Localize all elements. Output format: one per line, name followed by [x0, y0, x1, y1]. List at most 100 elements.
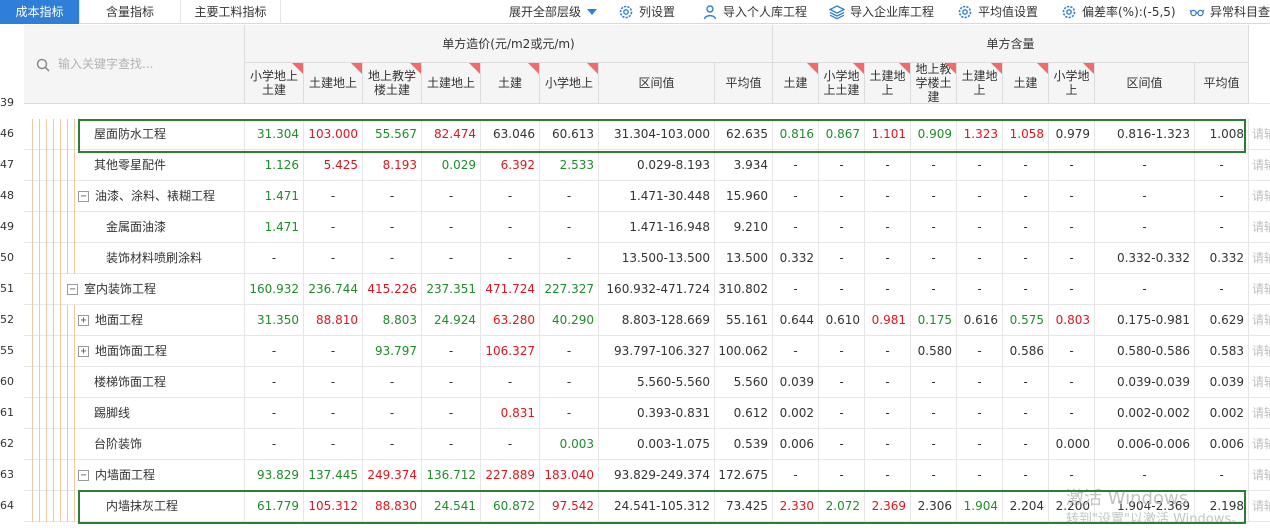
cost-column-header-5[interactable]: 小学地上 — [540, 63, 599, 104]
content-column-header-0[interactable]: 土建 — [773, 63, 819, 104]
expand-plus-icon[interactable]: + — [78, 315, 89, 326]
cost-column-header-7[interactable]: 平均值 — [715, 63, 773, 104]
remark-input-cell[interactable]: 请输 — [1249, 119, 1270, 150]
remark-input-cell[interactable]: 请输 — [1249, 460, 1270, 491]
content-value-cell: - — [1003, 398, 1049, 429]
cost-column-header-0[interactable]: 小学地上土建 — [245, 63, 304, 104]
remark-input-cell[interactable]: 请输 — [1249, 243, 1270, 274]
tab-content-index[interactable]: 含量指标 — [80, 0, 181, 24]
content-value-cell: - — [819, 367, 865, 398]
cost-value-cell: 55.567 — [363, 119, 422, 150]
collapse-minus-icon[interactable]: − — [78, 191, 89, 202]
table-row[interactable]: 屋面防水工程 31.304 103.000 55.567 82.474 63.046 60.… — [24, 119, 1270, 150]
abnormal-items-button[interactable]: 异常科目查 — [1189, 0, 1270, 24]
content-average-cell: 0.332 — [1195, 243, 1249, 274]
remark-input-cell[interactable]: 请输 — [1249, 181, 1270, 212]
cost-column-header-4[interactable]: 土建 — [481, 63, 540, 104]
table-row[interactable]: + 地面工程 31.350 88.810 8.803 24.924 63.280 40.290… — [24, 305, 1270, 336]
cost-column-header-1[interactable]: 土建地上 — [304, 63, 363, 104]
remark-input-cell[interactable]: 请输 — [1249, 398, 1270, 429]
cost-average-cell: 310.802 — [715, 274, 773, 305]
tree-guide-line — [60, 119, 61, 150]
table-row[interactable]: 楼梯饰面工程 - - - - - -5.560-5.560 5.560 0.039- - - - - -0… — [24, 367, 1270, 398]
tree-guide-line — [67, 398, 68, 429]
table-row[interactable]: + 地面饰面工程 - -93.797-106.327-93.797-106.327 10… — [24, 336, 1270, 367]
content-column-header-2[interactable]: 土建地上 — [865, 63, 911, 104]
remark-input-cell[interactable]: 请输 — [1249, 212, 1270, 243]
row-name-label: 装饰材料喷刷涂料 — [106, 251, 203, 265]
cost-average-cell: 0.612 — [715, 398, 773, 429]
remark-input-cell[interactable]: 请输 — [1249, 429, 1270, 460]
content-value-cell: 1.323 — [957, 119, 1003, 150]
column-settings-button[interactable]: 列设置 — [618, 0, 688, 24]
table-row[interactable]: 踢脚线 - - - -0.831-0.393-0.831 0.612 0.002- - - - - -… — [24, 398, 1270, 429]
table-row[interactable]: 金属面油漆 1.471- - - - -1.471-16.948 9.210- - - - - - - -… — [24, 212, 1270, 243]
content-column-header-8[interactable]: 平均值 — [1195, 63, 1249, 104]
tab-main-material-index[interactable]: 主要工料指标 — [181, 0, 281, 24]
tree-guide-line — [46, 305, 47, 336]
cost-range-cell: 13.500-13.500 — [599, 243, 715, 274]
tab-cost-index[interactable]: 成本指标 — [0, 0, 80, 24]
tree-guide-line — [46, 429, 47, 460]
cost-value-cell: - — [422, 336, 481, 367]
tree-guide-line — [60, 212, 61, 243]
remark-input-cell[interactable]: 请输 — [1249, 336, 1270, 367]
import-enterprise-project-button[interactable]: 导入企业库工程 — [829, 0, 941, 24]
search-input[interactable] — [58, 53, 228, 75]
content-value-cell: - — [865, 367, 911, 398]
remark-input-cell[interactable]: 请输 — [1249, 491, 1270, 522]
content-range-cell: 0.580-0.586 — [1095, 336, 1195, 367]
remark-input-cell[interactable]: 请输 — [1249, 305, 1270, 336]
line-number: 64 — [0, 499, 14, 512]
tree-guide-line — [39, 367, 40, 398]
row-name-label: 楼梯饰面工程 — [94, 375, 167, 389]
tree-guide-line — [39, 336, 40, 367]
remark-input-cell[interactable]: 请输 — [1249, 367, 1270, 398]
table-row[interactable]: 其他零星配件 1.126 5.425 8.193 0.029 6.392 2.533 0.02… — [24, 150, 1270, 181]
column-flag-icon — [410, 63, 421, 74]
user-icon — [703, 5, 717, 20]
content-column-header-1[interactable]: 小学地上土建 — [819, 63, 865, 104]
import-personal-project-button[interactable]: 导入个人库工程 — [702, 0, 814, 24]
tree-guide-line — [53, 181, 54, 212]
content-range-cell: - — [1095, 181, 1195, 212]
content-value-cell: - — [865, 150, 911, 181]
cost-column-header-2[interactable]: 地上教学楼土建 — [363, 63, 422, 104]
row-name-cell: 台阶装饰 — [24, 429, 245, 460]
content-value-cell: - — [819, 460, 865, 491]
average-settings-label: 平均值设置 — [978, 5, 1039, 19]
content-value-cell: 0.575 — [1003, 305, 1049, 336]
remark-input-cell[interactable]: 请输 — [1249, 150, 1270, 181]
deviation-rate-setting[interactable]: 偏差率(%):(-5,5) — [1061, 0, 1179, 24]
content-column-header-6[interactable]: 小学地上 — [1049, 63, 1095, 104]
cost-column-header-3[interactable]: 土建地上 — [422, 63, 481, 104]
cost-value-cell: 236.744 — [304, 274, 363, 305]
collapse-minus-icon[interactable]: − — [78, 470, 89, 481]
cost-average-cell: 100.062 — [715, 336, 773, 367]
average-settings-button[interactable]: 平均值设置 — [957, 0, 1043, 24]
table-row[interactable]: 装饰材料喷刷涂料 - - - - - -13.500-13.500 13.500 0.332- -… — [24, 243, 1270, 274]
column-flag-icon — [351, 63, 362, 74]
remark-input-cell[interactable]: 请输 — [1249, 274, 1270, 305]
cost-range-cell: 0.003-1.075 — [599, 429, 715, 460]
content-value-cell: 1.058 — [1003, 119, 1049, 150]
content-value-cell: - — [1003, 274, 1049, 305]
content-column-header-3[interactable]: 地上教学楼土建 — [911, 63, 957, 104]
collapse-minus-icon[interactable]: − — [67, 284, 78, 295]
gear-icon — [619, 5, 633, 19]
content-value-cell: - — [1049, 367, 1095, 398]
table-row[interactable]: 台阶装饰 - - - - -0.003 0.003-1.075 0.539 0.006- - - - -… — [24, 429, 1270, 460]
row-name-label: 地面饰面工程 — [95, 344, 168, 358]
content-value-cell: - — [865, 336, 911, 367]
content-column-header-4[interactable]: 土建地上 — [957, 63, 1003, 104]
expand-plus-icon[interactable]: + — [78, 346, 89, 357]
content-value-cell: - — [911, 460, 957, 491]
cost-column-header-6[interactable]: 区间值 — [599, 63, 715, 104]
column-header-label: 土建地上 — [426, 76, 475, 90]
content-column-header-5[interactable]: 土建 — [1003, 63, 1049, 104]
table-row[interactable]: − 室内装饰工程 160.932 236.744 415.226 237.351 471.7… — [24, 274, 1270, 305]
cost-value-cell: 40.290 — [540, 305, 599, 336]
content-column-header-7[interactable]: 区间值 — [1095, 63, 1195, 104]
table-row[interactable]: − 油漆、涂料、裱糊工程 1.471- - - - -1.471-30.448 15.960-… — [24, 181, 1270, 212]
expand-all-levels-dropdown[interactable]: 展开全部层级 — [509, 0, 601, 24]
